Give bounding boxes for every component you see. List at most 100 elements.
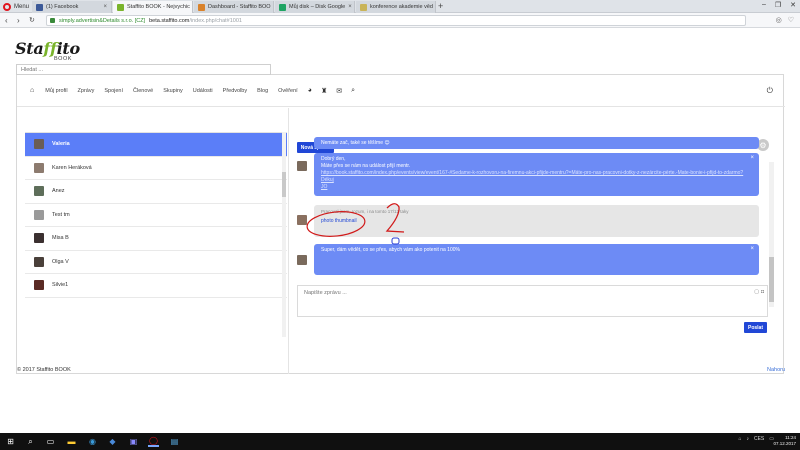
app-icon[interactable]: ▤ [169, 436, 180, 447]
forward-icon[interactable]: › [17, 16, 20, 25]
tab-staffito-book[interactable]: Staffito BOOK - Nejvychic × [113, 1, 193, 13]
heart-icon[interactable]: ♡ [788, 16, 794, 24]
nav-messages[interactable]: Zprávy [78, 88, 95, 94]
scrollbar-thumb[interactable] [282, 172, 286, 197]
minimize-icon[interactable]: – [762, 1, 766, 9]
attach-icon[interactable]: ▢ [754, 289, 759, 295]
nav-verification[interactable]: Ověření [278, 88, 298, 94]
contact-name: Test tm [52, 211, 70, 218]
address-bar-actions: ◎ ♡ [776, 16, 794, 24]
close-icon[interactable]: × [750, 155, 754, 162]
clock-date: 07.12.2017 [773, 441, 796, 446]
back-to-top-link[interactable]: Nahoru [767, 367, 785, 373]
windows-start-icon[interactable]: ⊞ [5, 436, 16, 447]
avatar [34, 139, 44, 150]
message-input[interactable] [298, 286, 753, 316]
message-line: Máte přes se nám na událost přijí mentr. [321, 163, 411, 169]
app-icon[interactable]: ◉ [87, 436, 98, 447]
opera-menu-button[interactable]: Menu [3, 2, 29, 11]
opera-menu-label: Menu [14, 3, 30, 10]
message-text: Super, dám vědět, co se přes, abych vám … [321, 247, 460, 253]
nav-members[interactable]: Členové [133, 88, 153, 94]
contact-list-scrollbar[interactable] [282, 132, 286, 337]
tab-facebook[interactable]: (1) Facebook × [32, 1, 112, 13]
app-icon[interactable]: ▣ [128, 436, 139, 447]
send-button[interactable]: Poslat [744, 322, 767, 333]
scrollbar-thumb[interactable] [769, 257, 774, 302]
message-link[interactable]: Dékuj [321, 177, 752, 184]
nav-groups[interactable]: Skupiny [163, 88, 183, 94]
contact-item-silvie[interactable]: Silvie1 [25, 274, 287, 298]
tab-google-drive[interactable]: Můj disk – Disk Google × [275, 1, 355, 13]
address-bar: ‹ › ↻ simply.advertisin&Details s.r.o. [… [0, 13, 800, 28]
file-explorer-icon[interactable]: ▬ [66, 436, 77, 447]
back-icon[interactable]: ‹ [5, 16, 8, 25]
windows-taskbar: ⊞ ⌕ ▭ ▬ ◉ ◆ ▣ ◯ ▤ ⌂ ♪ CES ▭ 11:24 07.12.… [0, 433, 800, 450]
person-icon[interactable]: ♜ [321, 87, 327, 95]
network-icon[interactable]: ⌂ [738, 436, 741, 442]
window-controls: – ❐ ✕ [762, 1, 796, 9]
nav-my-profile[interactable]: Můj profil [45, 88, 67, 94]
search-icon[interactable]: ⌕ [25, 436, 36, 447]
language-indicator[interactable]: CES [754, 436, 764, 442]
url-path: /index.php/chat#1001 [189, 17, 242, 24]
avatar [34, 256, 44, 267]
close-window-icon[interactable]: ✕ [790, 1, 796, 9]
tab-title: konference akademie věd [370, 4, 433, 10]
nav-preferences[interactable]: Předvolby [223, 88, 247, 94]
contact-item-test[interactable]: Test tm [25, 204, 287, 227]
konference-favicon-icon [360, 3, 367, 11]
close-tab-icon[interactable]: × [103, 4, 107, 10]
chat-message-1: Nemáte zač, také se těšíme 😊 [314, 137, 759, 149]
maximize-icon[interactable]: ❐ [775, 1, 781, 9]
globe-icon[interactable]: ◕ [308, 87, 312, 94]
close-tab-icon[interactable]: × [348, 4, 352, 10]
contact-search-input[interactable] [16, 64, 271, 75]
opera-taskbar-icon[interactable]: ◯ [148, 436, 159, 447]
message-link[interactable]: JO [321, 184, 752, 191]
avatar [297, 161, 307, 171]
nav-events[interactable]: Události [193, 88, 213, 94]
chat-scrollbar[interactable] [769, 162, 774, 307]
camera-icon[interactable]: ◎ [776, 16, 782, 24]
avatar [34, 280, 44, 291]
close-icon[interactable]: × [750, 246, 754, 253]
contact-list: Valeria Karen Heráková Anez Test tm Misa… [25, 132, 287, 342]
contact-item-misa[interactable]: Misa B [25, 227, 287, 251]
photo-thumbnail[interactable]: photo thumbnail [321, 218, 752, 225]
url-field[interactable]: simply.advertisin&Details s.r.o. [CZ] be… [46, 15, 746, 26]
site-logo[interactable]: Staffito BOOK [15, 39, 80, 62]
event-link[interactable]: https://book.staffito.com/index.php/even… [321, 170, 752, 177]
power-icon[interactable]: ⏻ [767, 86, 773, 96]
nav-connections[interactable]: Spojení [104, 88, 123, 94]
contact-item-olga[interactable]: Olga V [25, 251, 287, 274]
contact-item-karen[interactable]: Karen Heráková [25, 157, 287, 180]
tab-dashboard[interactable]: Dashboard - Staffito BOO × [194, 1, 274, 13]
tab-konference[interactable]: konference akademie věd × [356, 1, 436, 13]
tab-title: (1) Facebook [46, 4, 79, 10]
home-icon[interactable]: ⌂ [30, 87, 34, 94]
message-composer: ▢ ◘ [297, 285, 768, 317]
task-view-icon[interactable]: ▭ [45, 436, 56, 447]
facebook-favicon-icon [36, 3, 43, 11]
contact-name: Karen Heráková [52, 164, 92, 171]
volume-icon[interactable]: ♪ [746, 436, 749, 442]
contact-name: Silvie1 [52, 282, 69, 289]
contact-name: Misa B [52, 235, 69, 242]
envelope-icon[interactable]: ✉ [336, 87, 342, 95]
dashboard-favicon-icon [198, 3, 205, 11]
contact-item-anez[interactable]: Anez [25, 180, 287, 204]
message-line: Dobrý den, [321, 156, 346, 162]
app-icon[interactable]: ◆ [107, 436, 118, 447]
chat-message-4: × Super, dám vědět, co se přes, abych vá… [314, 244, 759, 275]
search-icon[interactable]: ⌕ [351, 87, 355, 95]
camera-icon[interactable]: ◘ [761, 289, 764, 295]
reload-icon[interactable]: ↻ [29, 16, 35, 25]
message-meta: Pracoval jsem, rozum, i na tomto 17/12 t… [321, 209, 409, 214]
taskbar-clock[interactable]: 11:24 07.12.2017 [773, 435, 796, 447]
contact-item-valeria[interactable]: Valeria [25, 133, 287, 157]
nav-blog[interactable]: Blog [257, 88, 268, 94]
google-drive-favicon-icon [279, 3, 286, 11]
avatar [34, 186, 44, 197]
new-tab-button[interactable]: + [438, 1, 443, 12]
